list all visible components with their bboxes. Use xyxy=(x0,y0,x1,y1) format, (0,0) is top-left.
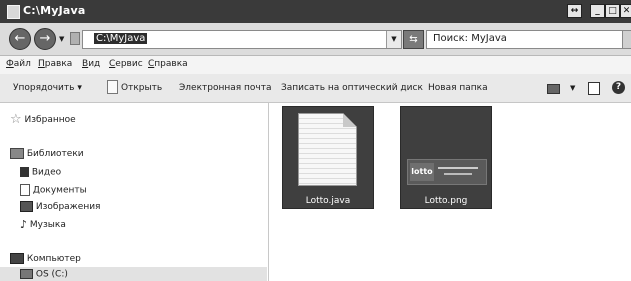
new-folder-button[interactable]: Новая папка xyxy=(428,83,488,93)
java-file-icon xyxy=(298,113,357,186)
folder-icon xyxy=(70,32,80,45)
chevron-down-icon[interactable]: ▼ xyxy=(386,31,401,48)
nav-favorites[interactable]: ☆ Избранное xyxy=(10,112,76,127)
nav-documents[interactable]: Документы xyxy=(20,184,87,196)
nav-video[interactable]: Видео xyxy=(20,167,61,178)
decor-line xyxy=(444,173,472,175)
organize-button[interactable]: Упорядочить ▾ xyxy=(13,83,82,93)
close-button[interactable]: ✕ xyxy=(620,4,631,18)
resize-icon[interactable]: ↔ xyxy=(567,4,582,18)
menu-help[interactable]: Справка xyxy=(148,59,188,69)
nav-images[interactable]: Изображения xyxy=(20,201,100,212)
lotto-logo: lotto xyxy=(410,163,434,181)
preview-pane-icon[interactable] xyxy=(588,82,600,95)
forward-button[interactable]: → xyxy=(34,28,56,50)
search-icon[interactable] xyxy=(622,30,631,49)
window-title: C:\MyJava xyxy=(23,4,86,17)
page-fold xyxy=(343,113,357,127)
png-image-icon: lotto xyxy=(407,159,487,185)
nav-music[interactable]: ♪ Музыка xyxy=(20,218,66,231)
nav-drive-c[interactable]: OS (C:) xyxy=(20,269,68,280)
decor-line xyxy=(438,167,478,169)
file-view: Lotto.java lotto Lotto.png xyxy=(269,103,631,281)
navigation-pane: ☆ Избранное Библиотеки Видео Документы И… xyxy=(0,103,269,281)
star-icon: ☆ xyxy=(10,112,22,127)
library-icon xyxy=(10,148,24,159)
file-name: Lotto.png xyxy=(424,196,468,206)
burn-disc-button[interactable]: Записать на оптический диск xyxy=(281,83,423,93)
address-field[interactable]: C:\MyJava ▼ xyxy=(82,30,402,49)
file-name: Lotto.java xyxy=(305,196,351,206)
maximize-button[interactable]: □ xyxy=(605,4,620,18)
email-button[interactable]: Электронная почта xyxy=(179,83,272,93)
address-bar-area: ← → ▼ C:\MyJava ▼ ⇆ Поиск: MyJava xyxy=(0,23,631,56)
file-item[interactable]: Lotto.java xyxy=(282,106,374,209)
computer-icon xyxy=(10,253,24,264)
open-button[interactable]: Открыть xyxy=(121,83,162,93)
title-bar[interactable]: C:\MyJava ↔ _ □ ✕ xyxy=(0,0,631,23)
menu-bar: Файл Правка Вид Сервис Справка xyxy=(0,56,631,74)
refresh-button[interactable]: ⇆ xyxy=(403,30,424,49)
view-options-icon[interactable] xyxy=(547,84,560,94)
drive-icon xyxy=(20,269,33,279)
folder-icon xyxy=(7,5,20,19)
nav-libraries[interactable]: Библиотеки xyxy=(10,148,84,159)
address-path[interactable]: C:\MyJava xyxy=(94,33,148,44)
recent-pages-chevron-icon[interactable]: ▼ xyxy=(59,35,64,43)
minimize-button[interactable]: _ xyxy=(590,4,605,18)
images-icon xyxy=(20,201,33,212)
help-icon[interactable]: ? xyxy=(612,81,625,94)
video-icon xyxy=(20,167,29,177)
search-input[interactable]: Поиск: MyJava xyxy=(426,30,623,49)
open-icon xyxy=(107,80,118,94)
file-item[interactable]: lotto Lotto.png xyxy=(400,106,492,209)
command-bar: Упорядочить ▾ Открыть Электронная почта … xyxy=(0,74,631,103)
nav-computer[interactable]: Компьютер xyxy=(10,253,81,264)
menu-edit[interactable]: Правка xyxy=(38,59,72,69)
menu-file[interactable]: Файл xyxy=(6,59,31,69)
view-chevron-icon[interactable]: ▼ xyxy=(570,84,575,92)
menu-tools[interactable]: Сервис xyxy=(109,59,143,69)
menu-view[interactable]: Вид xyxy=(82,59,100,69)
search-placeholder: Поиск: MyJava xyxy=(433,33,507,44)
back-button[interactable]: ← xyxy=(9,28,31,50)
music-icon: ♪ xyxy=(20,218,28,231)
document-icon xyxy=(20,184,30,196)
